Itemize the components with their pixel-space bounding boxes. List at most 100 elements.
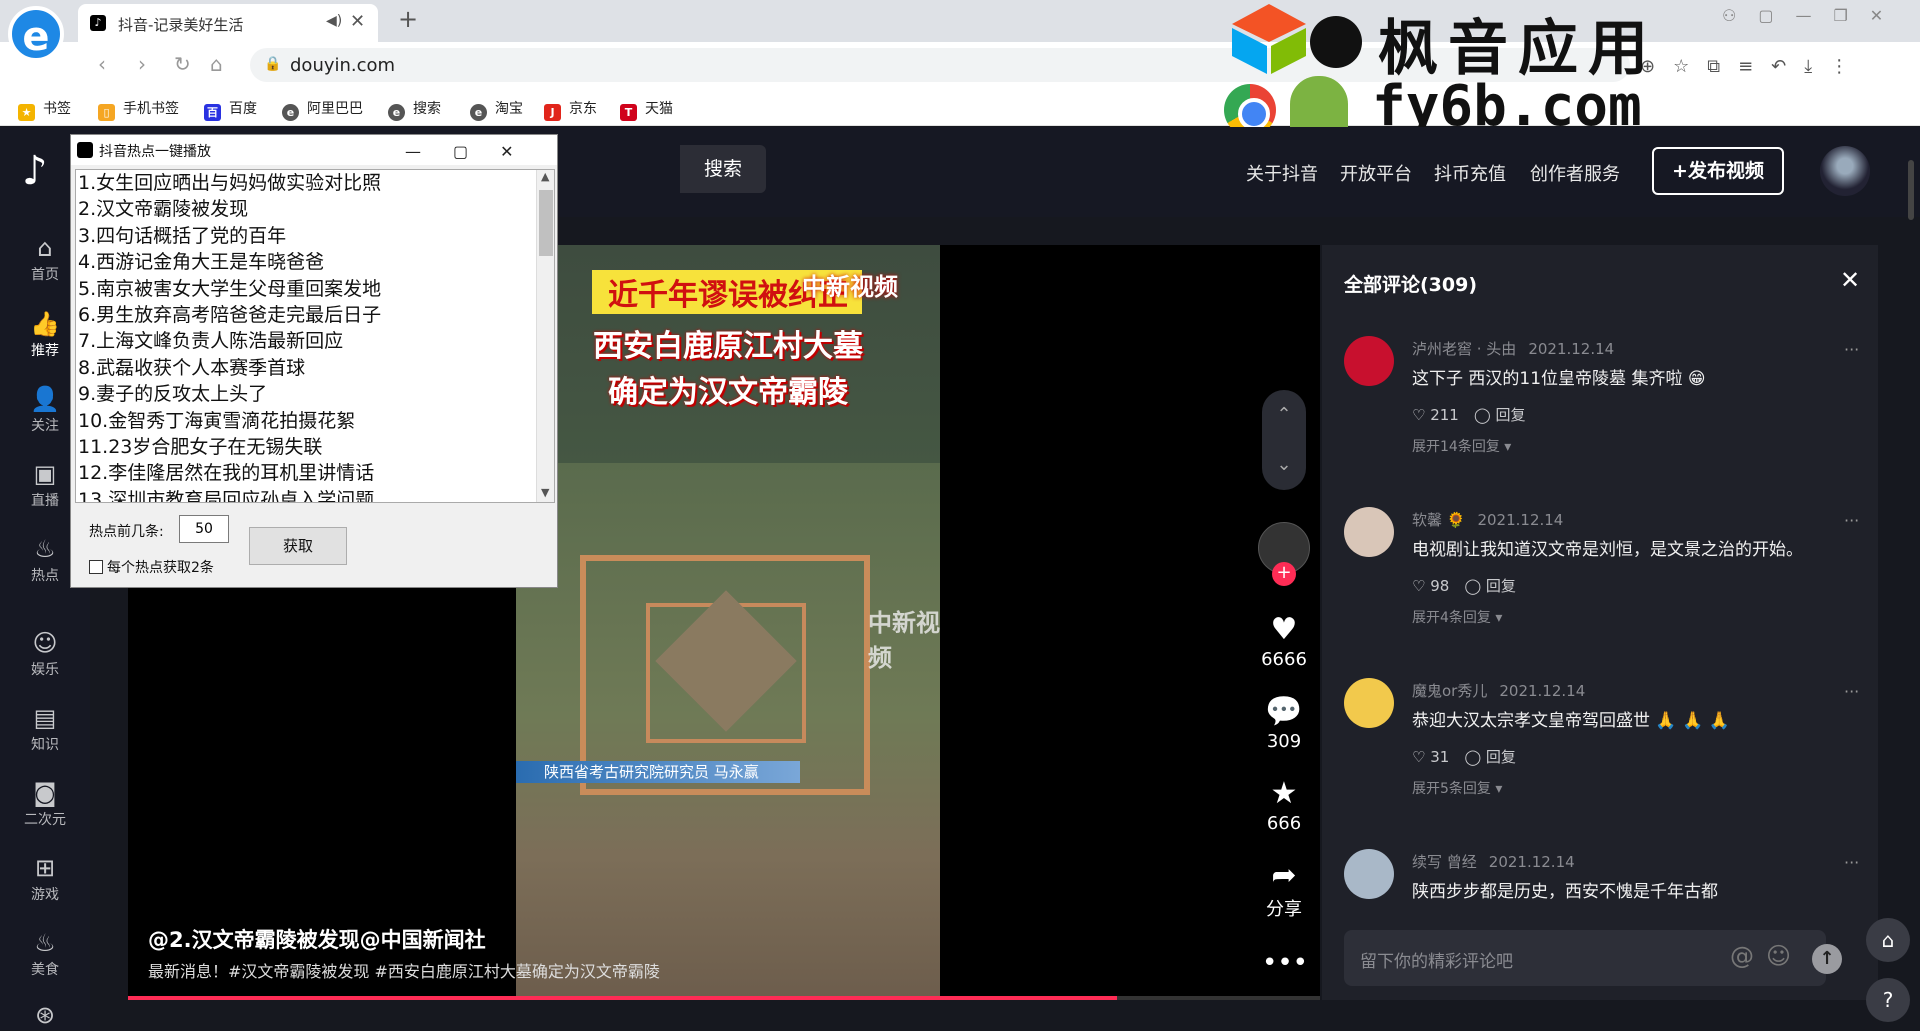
comment-button[interactable]: 💬 309 — [1240, 694, 1328, 752]
more-icon[interactable]: ··· — [1844, 511, 1859, 530]
chevron-up-icon[interactable]: ⌃ — [1262, 390, 1306, 440]
hotlist-list[interactable]: 1.女生回应晒出与妈妈做实验对比照 2.汉文帝霸陵被发现 3.四句话概括了党的百… — [75, 169, 555, 503]
sidebar-item-food[interactable]: ♨ 美食 — [0, 929, 90, 979]
browser-toolbar-icons[interactable]: ⊕ ☆ ⧉ ≡ ↶ ⤓ ⋮ — [1640, 52, 1848, 78]
comment-like-button[interactable]: ♡ 31 — [1412, 748, 1449, 766]
forward-icon[interactable]: › — [138, 52, 146, 76]
home-icon[interactable]: ⌂ — [210, 52, 223, 76]
sidebar-item-anime[interactable]: ◙ 二次元 — [0, 779, 90, 829]
follow-plus-icon[interactable]: + — [1272, 562, 1296, 586]
expand-replies-button[interactable]: 展开14条回复 ▾ — [1412, 436, 1511, 456]
comment-author[interactable]: 魔鬼or秀儿 — [1412, 682, 1487, 700]
more-icon[interactable]: ··· — [1844, 682, 1859, 701]
star-icon: ★ — [1270, 776, 1298, 811]
expand-replies-button[interactable]: 展开4条回复 ▾ — [1412, 607, 1502, 627]
bookmark-item[interactable]: J 京东 — [544, 98, 597, 121]
tab-audio-icon[interactable]: ◀) — [326, 13, 342, 29]
list-item[interactable]: 12.李佳隆居然在我的耳机里讲情话 — [76, 460, 554, 486]
scroll-up-icon[interactable]: ▲ — [541, 170, 549, 183]
list-item[interactable]: 6.男生放弃高考陪爸爸走完最后日子 — [76, 302, 554, 328]
new-tab-button[interactable]: + — [398, 5, 418, 33]
send-icon[interactable]: ↑ — [1812, 944, 1842, 974]
bookmark-item[interactable]: ★ 书签 — [18, 98, 71, 121]
bookmark-item[interactable]: e 搜索 — [388, 98, 441, 121]
search-button[interactable]: 搜索 — [680, 145, 766, 193]
list-item[interactable]: 10.金智秀丁海寅雪滴花拍摄花絮 — [76, 408, 554, 434]
sidebar-item-sports[interactable]: ⊛ — [0, 1001, 90, 1031]
window-controls[interactable]: — ▢ ✕ — [405, 138, 514, 162]
sidebar-item-entertainment[interactable]: ☺ 娱乐 — [0, 629, 90, 679]
nav-open-platform[interactable]: 开放平台 — [1340, 160, 1412, 186]
bookmark-item[interactable]: T 天猫 — [620, 98, 673, 121]
checkbox-icon[interactable] — [89, 560, 103, 574]
bookmark-item[interactable]: ▯ 手机书签 — [98, 98, 179, 121]
help-icon[interactable]: ? — [1866, 978, 1910, 1022]
avatar[interactable] — [1344, 336, 1394, 386]
list-item[interactable]: 9.妻子的反攻太上头了 — [76, 381, 554, 407]
sidebar-item-game[interactable]: ⊞ 游戏 — [0, 854, 90, 904]
back-icon[interactable]: ‹ — [98, 52, 106, 76]
sidebar-item-knowledge[interactable]: ▤ 知识 — [0, 704, 90, 754]
avatar[interactable] — [1344, 678, 1394, 728]
user-avatar[interactable] — [1820, 146, 1870, 196]
scrollbar-thumb[interactable] — [539, 190, 553, 256]
tab-close-icon[interactable]: ✕ — [350, 11, 365, 32]
mention-icon[interactable]: @ — [1730, 942, 1754, 970]
more-icon[interactable]: ••• — [1262, 948, 1308, 978]
video-caption-text[interactable]: 最新消息！#汉文帝霸陵被发现 #西安白鹿原江村大墓确定为汉文帝霸陵 — [148, 958, 660, 982]
list-item[interactable]: 2.汉文帝霸陵被发现 — [76, 196, 554, 222]
nav-recharge[interactable]: 抖币充值 — [1434, 160, 1506, 186]
upload-video-button[interactable]: +发布视频 — [1652, 147, 1784, 195]
fetch-button[interactable]: 获取 — [249, 527, 347, 565]
nav-creator[interactable]: 创作者服务 — [1530, 160, 1620, 186]
list-item[interactable]: 8.武磊收获个人本赛季首球 — [76, 355, 554, 381]
share-button[interactable]: ➦ 分享 — [1240, 858, 1328, 921]
chevron-down-icon[interactable]: ⌄ — [1262, 440, 1306, 490]
scroll-down-icon[interactable]: ▼ — [541, 486, 549, 499]
video-nav-switch[interactable]: ⌃ ⌄ — [1262, 390, 1306, 490]
list-scrollbar[interactable]: ▲ ▼ — [536, 170, 554, 502]
bookmark-item[interactable]: e 阿里巴巴 — [282, 98, 363, 121]
browser-logo-icon[interactable]: e — [8, 6, 64, 62]
list-item[interactable]: 4.西游记金角大王是车晓爸爸 — [76, 249, 554, 275]
bookmark-item[interactable]: e 淘宝 — [470, 98, 523, 121]
comment-author[interactable]: 软馨 🌻 — [1412, 511, 1465, 529]
comment-author[interactable]: 泸州老窖 · 头由 — [1412, 340, 1516, 358]
comment-author[interactable]: 续写 曾经 — [1412, 853, 1477, 871]
video-frame[interactable]: 近千年谬误被纠正 西安白鹿原江村大墓 确定为汉文帝霸陵 中新视频 中新视频 陕西… — [516, 245, 940, 1000]
list-item[interactable]: 5.南京被害女大学生父母重回案发地 — [76, 276, 554, 302]
comment-input[interactable]: 留下你的精彩评论吧 @ ☺ — [1344, 930, 1826, 986]
bookmark-item[interactable]: 百百度 — [204, 98, 257, 121]
comment-reply-button[interactable]: ◯ 回复 — [1474, 406, 1526, 424]
comment-like-button[interactable]: ♡ 211 — [1412, 406, 1459, 424]
window-titlebar[interactable]: 抖音热点一键播放 — ▢ ✕ — [71, 135, 557, 165]
nav-about[interactable]: 关于抖音 — [1246, 160, 1318, 186]
list-item[interactable]: 13.深圳市教育局回应孙卓入学问题 — [76, 487, 554, 502]
list-item[interactable]: 1.女生回应晒出与妈妈做实验对比照 — [76, 170, 554, 196]
expand-replies-button[interactable]: 展开5条回复 ▾ — [1412, 778, 1502, 798]
list-item[interactable]: 7.上海文峰负责人陈浩最新回应 — [76, 328, 554, 354]
video-caption-title[interactable]: @2.汉文帝霸陵被发现@中国新闻社 — [148, 924, 486, 954]
page-scrollbar[interactable] — [1908, 160, 1914, 220]
comment-like-button[interactable]: ♡ 98 — [1412, 577, 1449, 595]
window-controls[interactable]: ⚇▢—❐✕ — [1722, 6, 1905, 25]
more-icon[interactable]: ··· — [1844, 853, 1859, 872]
count-input[interactable]: 50 — [179, 515, 229, 543]
avatar[interactable] — [1344, 849, 1394, 899]
client-download-icon[interactable]: ⌂ — [1866, 918, 1910, 962]
douyin-logo-icon[interactable]: ♪ — [22, 148, 48, 194]
like-button[interactable]: ♥ 6666 — [1240, 612, 1328, 670]
avatar[interactable] — [1344, 507, 1394, 557]
emoji-icon[interactable]: ☺ — [1766, 942, 1791, 970]
video-progress-bar[interactable] — [128, 996, 1320, 1000]
favorite-button[interactable]: ★ 666 — [1240, 776, 1328, 834]
close-icon[interactable]: ✕ — [1840, 266, 1860, 294]
fetch-two-checkbox[interactable]: 每个热点获取2条 — [89, 557, 214, 577]
browser-tab[interactable]: ♪ 抖音-记录美好生活 ◀) ✕ — [78, 4, 378, 42]
more-icon[interactable]: ··· — [1844, 340, 1859, 359]
reload-icon[interactable]: ↻ — [174, 52, 191, 76]
list-item[interactable]: 11.23岁合肥女子在无锡失联 — [76, 434, 554, 460]
comment-reply-button[interactable]: ◯ 回复 — [1464, 748, 1516, 766]
comment-reply-button[interactable]: ◯ 回复 — [1464, 577, 1516, 595]
list-item[interactable]: 3.四句话概括了党的百年 — [76, 223, 554, 249]
